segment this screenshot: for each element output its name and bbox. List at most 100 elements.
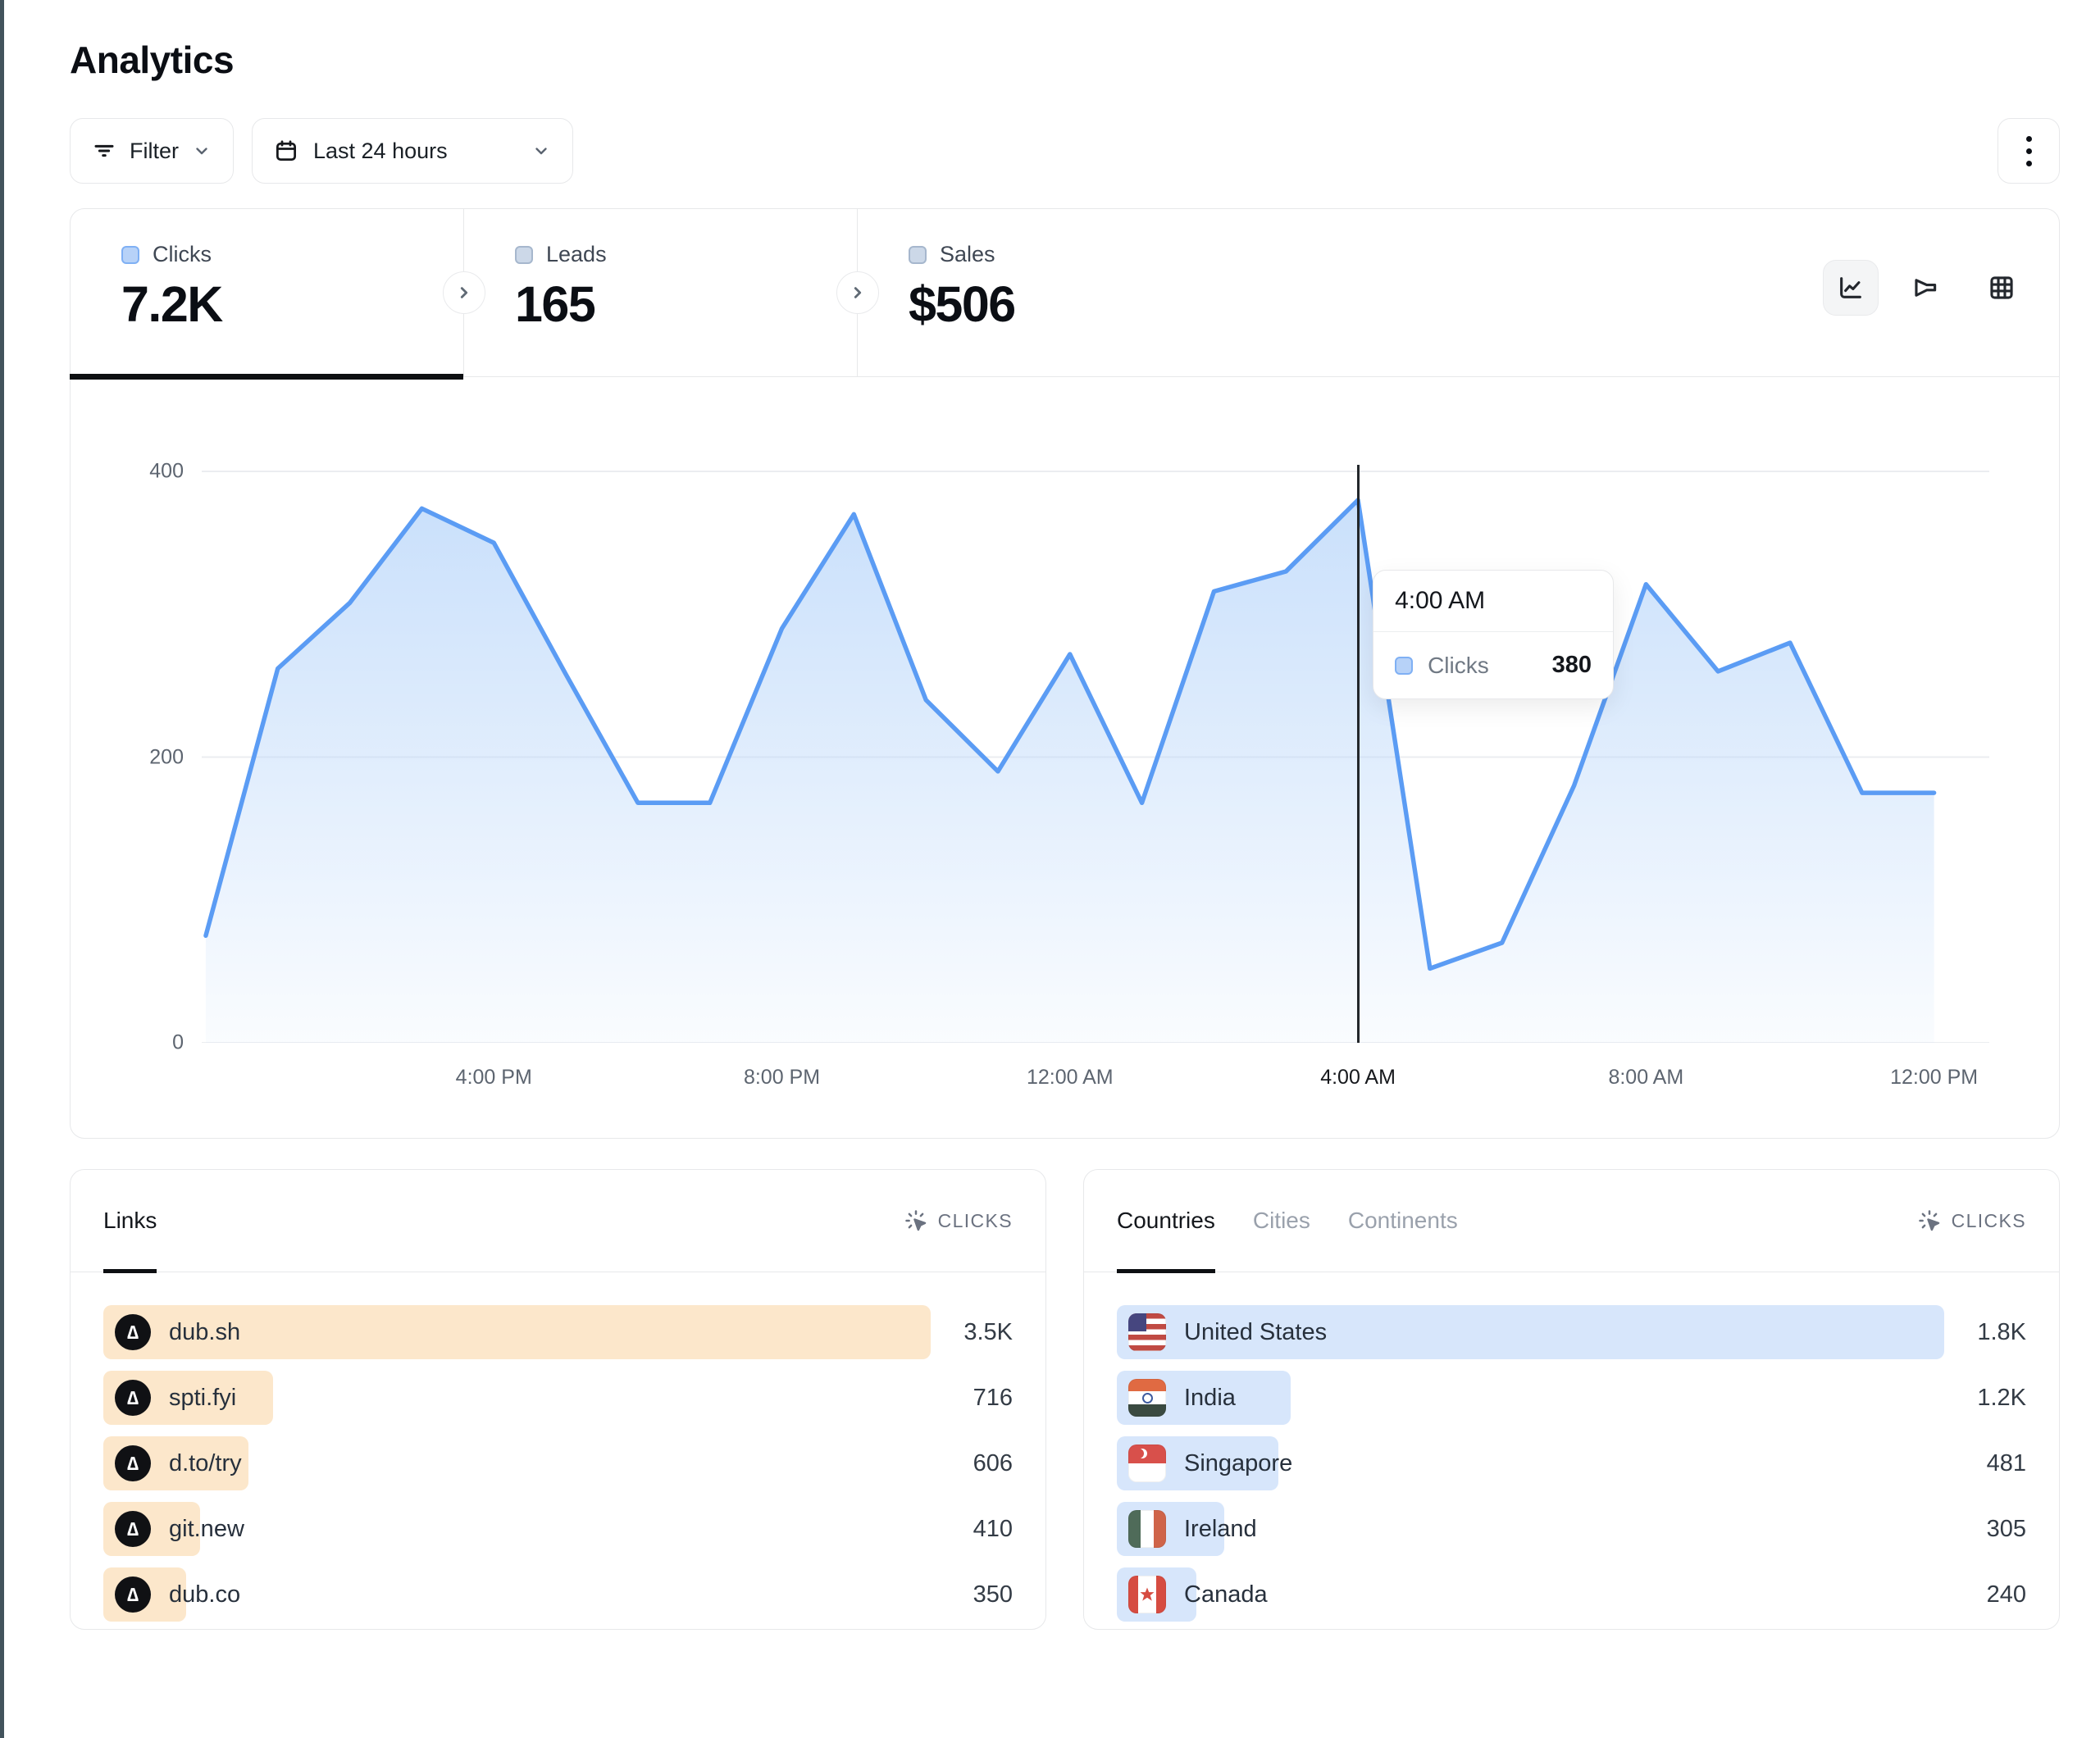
funnel-icon (1912, 274, 1940, 302)
page-title: Analytics (70, 38, 2060, 82)
dub-logo-icon: ∆ (115, 1314, 151, 1350)
link-row[interactable]: ∆d.to/try606 (103, 1436, 1013, 1490)
row-value: 305 (1944, 1516, 2026, 1543)
sg-flag-icon (1128, 1445, 1166, 1482)
expand-leads-button[interactable] (836, 271, 879, 314)
row-value: 606 (931, 1450, 1013, 1477)
tab-cities[interactable]: Cities (1253, 1170, 1310, 1272)
x-tick-label: 4:00 PM (456, 1066, 532, 1090)
stat-value: 7.2K (121, 275, 463, 333)
filter-icon (92, 139, 116, 163)
stat-tab-clicks[interactable]: Clicks 7.2K (71, 209, 464, 376)
row-label: dub.co (169, 1581, 240, 1608)
dub-logo-icon: ∆ (115, 1445, 151, 1481)
country-row[interactable]: Canada240 (1117, 1567, 2026, 1622)
funnel-view-button[interactable] (1898, 260, 1954, 316)
analytics-card: Clicks 7.2K Leads 165 Sales $506 (70, 208, 2060, 1139)
ie-flag-icon (1128, 1510, 1166, 1548)
link-row[interactable]: ∆ dub.co 350 (103, 1567, 1013, 1622)
links-metric-selector[interactable]: CLICKS (904, 1208, 1013, 1233)
in-flag-icon (1128, 1379, 1166, 1417)
y-axis-labels: 0200400 (71, 465, 202, 1043)
cursor-click-icon (1917, 1208, 1942, 1233)
line-chart-view-button[interactable] (1823, 260, 1879, 316)
row-label: git.new (169, 1516, 244, 1543)
stat-tab-leads[interactable]: Leads 165 (464, 209, 858, 376)
x-tick-label: 4:00 AM (1320, 1066, 1396, 1090)
tooltip-value: 380 (1552, 652, 1592, 679)
table-view-button[interactable] (1974, 260, 2029, 316)
dub-logo-icon: ∆ (115, 1511, 151, 1547)
country-row[interactable]: India 1.2K (1117, 1371, 2026, 1425)
x-tick-label: 12:00 AM (1027, 1066, 1114, 1090)
tab-countries[interactable]: Countries (1117, 1170, 1215, 1272)
stat-tab-sales[interactable]: Sales $506 (858, 209, 1251, 376)
row-label: dub.sh (169, 1319, 240, 1346)
dub-logo-icon: ∆ (115, 1380, 151, 1416)
grid-icon (1988, 274, 2016, 302)
line-chart-icon (1837, 274, 1865, 302)
link-row[interactable]: ∆git.new410 (103, 1502, 1013, 1556)
tab-links[interactable]: Links (103, 1170, 157, 1272)
tooltip-time: 4:00 AM (1373, 571, 1613, 632)
row-value: 1.2K (1944, 1385, 2026, 1412)
ca-flag-icon (1128, 1576, 1166, 1613)
expand-clicks-button[interactable] (443, 271, 485, 314)
chart-view-toggles (1823, 260, 2029, 316)
row-label: spti.fyi (169, 1385, 236, 1412)
country-row[interactable]: Singapore481 (1117, 1436, 2026, 1490)
chart-tooltip: 4:00 AM Clicks 380 (1373, 570, 1614, 699)
x-tick-label: 8:00 PM (744, 1066, 820, 1090)
countries-list: United States 1.8K India 1.2K Singapore481 Ir… (1084, 1272, 2059, 1622)
stat-tabs-row: Clicks 7.2K Leads 165 Sales $506 (71, 209, 2059, 377)
dub-logo-icon: ∆ (115, 1576, 151, 1613)
row-value: 1.8K (1944, 1319, 2026, 1346)
y-tick-label: 400 (149, 459, 184, 483)
more-menu-button[interactable] (1998, 118, 2060, 184)
geo-panel: Countries Cities Continents CLICKS United … (1083, 1169, 2060, 1630)
tooltip-series-label: Clicks (1428, 653, 1537, 679)
calendar-icon (274, 139, 298, 163)
filter-button-label: Filter (130, 139, 179, 164)
stat-label: Leads (546, 242, 607, 267)
us-flag-icon (1128, 1313, 1166, 1351)
link-row[interactable]: ∆ dub.sh 3.5K (103, 1305, 1013, 1359)
country-row[interactable]: Ireland 305 (1117, 1502, 2026, 1556)
stat-value: 165 (515, 275, 857, 333)
tab-continents[interactable]: Continents (1348, 1170, 1458, 1272)
analytics-page: Analytics Filter Last 24 hours (0, 0, 2100, 1691)
filter-button[interactable]: Filter (70, 118, 234, 184)
clicks-indicator-icon (1395, 657, 1413, 675)
links-list: ∆dub.sh3.5K∆spti.fyi716∆d.to/try606∆git.… (71, 1272, 1045, 1622)
leads-indicator-icon (515, 246, 533, 264)
country-row[interactable]: United States 1.8K (1117, 1305, 2026, 1359)
geo-metric-label: CLICKS (1952, 1210, 2026, 1232)
y-tick-label: 0 (172, 1031, 184, 1055)
toolbar: Filter Last 24 hours (70, 118, 2060, 184)
row-value: 716 (931, 1385, 1013, 1412)
row-value: 481 (1944, 1450, 2026, 1477)
link-row[interactable]: ∆ spti.fyi 716 (103, 1371, 1013, 1425)
chevron-right-icon (847, 282, 868, 303)
clicks-indicator-icon (121, 246, 139, 264)
left-edge-strip (0, 0, 4, 1738)
row-label: Ireland (1184, 1516, 1257, 1543)
row-label: Canada (1184, 1581, 1268, 1608)
sales-indicator-icon (909, 246, 927, 264)
row-value: 350 (931, 1581, 1013, 1608)
row-value: 3.5K (931, 1319, 1013, 1346)
chart-plot-area[interactable]: 4:00 AM Clicks 380 (202, 465, 1989, 1043)
row-label: India (1184, 1385, 1236, 1412)
date-range-button[interactable]: Last 24 hours (252, 118, 573, 184)
area-chart (202, 465, 1989, 1043)
row-label: United States (1184, 1319, 1327, 1346)
geo-tabs: Countries Cities Continents (1117, 1170, 1458, 1272)
kebab-icon (2026, 136, 2032, 142)
links-panel: Links CLICKS ∆ dub.sh 3.5K ∆ spti.fyi 716 ∆d.t… (70, 1169, 1046, 1630)
x-tick-label: 12:00 PM (1890, 1066, 1978, 1090)
geo-metric-selector[interactable]: CLICKS (1917, 1208, 2026, 1233)
x-axis-labels: 4:00 PM8:00 PM12:00 AM4:00 AM8:00 AM12:0… (202, 1043, 1989, 1097)
chevron-down-icon (192, 141, 212, 161)
cursor-click-icon (904, 1208, 928, 1233)
stat-label: Clicks (153, 242, 212, 267)
